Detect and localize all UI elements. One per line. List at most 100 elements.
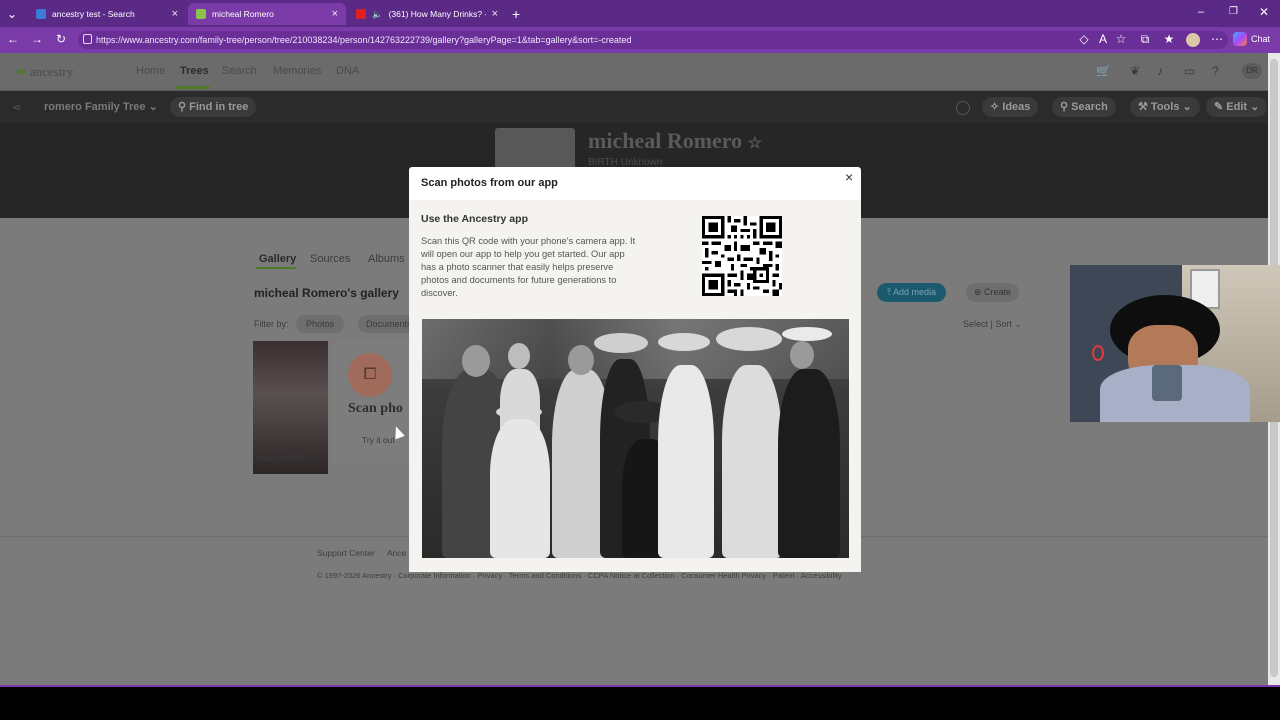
close-icon[interactable]: × <box>845 169 853 185</box>
tab-label: micheal Romero <box>212 9 274 19</box>
photo-figure <box>658 365 714 558</box>
chat-label: Chat <box>1251 34 1271 44</box>
chevron-down-icon: ⌄ <box>148 101 158 113</box>
user-initials-avatar[interactable]: DR <box>1242 63 1262 79</box>
favorite-star-icon[interactable]: ☆ <box>748 135 762 152</box>
forward-icon[interactable]: → <box>29 31 45 47</box>
photo-figure-head <box>790 341 814 369</box>
photo-figure <box>490 419 550 558</box>
reload-icon[interactable]: ↻ <box>53 31 69 47</box>
tab-micheal-romero[interactable]: micheal Romero × <box>188 3 346 25</box>
try-it-out-link[interactable]: Try it out <box>362 435 395 445</box>
filter-photos[interactable]: Photos <box>296 315 345 333</box>
tab-youtube[interactable]: 🔈 (361) How Many Drinks? - Yo × <box>348 3 506 25</box>
modal-header: Scan photos from our app × <box>409 167 861 200</box>
footer-support-link[interactable]: Support Center <box>317 548 375 558</box>
gallery-thumbnail[interactable]: image0000... <box>253 341 328 474</box>
site-info-icon[interactable] <box>83 34 92 44</box>
close-tab-icon[interactable]: × <box>492 8 498 20</box>
maximize-icon[interactable]: ❐ <box>1229 6 1238 17</box>
modal-subtitle: Use the Ancestry app <box>421 213 528 225</box>
tab-sources[interactable]: Sources <box>310 253 350 265</box>
favorites-icon[interactable]: ★ <box>1161 31 1177 47</box>
tab-albums[interactable]: Albums <box>368 253 405 265</box>
webcam-phone <box>1152 365 1182 401</box>
url-field[interactable]: https://www.ancestry.com/family-tree/per… <box>78 31 1228 49</box>
qr-code <box>702 216 782 296</box>
tab-active-indicator <box>256 267 296 269</box>
extension-icon[interactable]: ◇ <box>1076 31 1092 47</box>
close-tab-icon[interactable]: × <box>332 8 338 20</box>
photo-hat <box>658 333 710 351</box>
nav-trees[interactable]: Trees <box>180 65 209 77</box>
profile-avatar[interactable] <box>1186 33 1200 47</box>
youtube-favicon-icon <box>356 9 366 19</box>
select-sort-control[interactable]: Select | Sort ⌄ <box>963 319 1022 330</box>
close-tab-icon[interactable]: × <box>172 8 178 20</box>
modal-title: Scan photos from our app <box>421 177 558 189</box>
scan-card-title: Scan pho <box>348 401 403 416</box>
tab-gallery[interactable]: Gallery <box>259 253 296 265</box>
favorite-star-icon[interactable]: ☆ <box>1113 31 1129 47</box>
nav-memories[interactable]: Memories <box>273 65 321 77</box>
hints-indicator-icon[interactable] <box>956 101 970 115</box>
tab-ancestry-search[interactable]: ancestry test - Search × <box>28 3 186 25</box>
back-icon[interactable]: ← <box>5 31 21 47</box>
footer-copyright: © 1997-2026 Ancestry · Corporate Informa… <box>317 571 842 580</box>
tree-name-dropdown[interactable]: romero Family Tree ⌄ <box>44 100 158 113</box>
extensions-puzzle-icon[interactable]: ⧉ <box>1137 31 1153 47</box>
scan-photos-card[interactable]: ⧠ Scan pho Try it out <box>333 341 413 463</box>
photo-figure-head <box>508 343 530 369</box>
minimize-icon[interactable]: – <box>1198 6 1204 18</box>
search-button[interactable]: ⚲ Search <box>1052 97 1116 117</box>
nav-search[interactable]: Search <box>222 65 257 77</box>
messages-icon[interactable]: ▭ <box>1184 64 1195 78</box>
add-media-button[interactable]: ⤒ Add media <box>877 283 947 302</box>
copilot-chat-button[interactable]: Chat <box>1233 32 1270 46</box>
scan-photos-modal: Scan photos from our app × Use the Ances… <box>409 167 861 572</box>
help-icon[interactable]: ? <box>1212 64 1219 78</box>
new-tab-button[interactable]: + <box>512 6 520 22</box>
tab-list-icon[interactable]: ⌄ <box>4 6 20 22</box>
tree-share-icon[interactable]: ⋖ <box>12 101 21 114</box>
scan-photo-icon: ⧠ <box>348 353 392 397</box>
screen-bottom-bar <box>0 687 1280 720</box>
ideas-label: Ideas <box>1002 101 1031 113</box>
modal-description: Scan this QR code with your phone's came… <box>421 236 636 298</box>
nav-dna[interactable]: DNA <box>336 65 359 77</box>
leaf-icon: ❧ <box>16 64 27 79</box>
nav-active-indicator <box>176 86 210 89</box>
cart-icon[interactable]: 🛒 <box>1096 64 1111 78</box>
tab-label: (361) How Many Drinks? - Yo <box>388 9 486 19</box>
tools-label: Tools <box>1150 101 1180 113</box>
edit-dropdown[interactable]: ✎ Edit ⌄ <box>1206 97 1268 117</box>
nav-home[interactable]: Home <box>136 65 165 77</box>
more-menu-icon[interactable]: ⋯ <box>1209 31 1225 47</box>
footer-ancestry-link[interactable]: Ance <box>387 548 406 558</box>
photo-hat <box>716 327 782 351</box>
notifications-bell-icon[interactable]: ♪ <box>1157 64 1163 78</box>
edit-label: Edit <box>1226 101 1248 113</box>
close-window-icon[interactable]: ✕ <box>1259 5 1269 19</box>
photo-figure <box>778 369 840 558</box>
ideas-button[interactable]: ✧ Ideas <box>982 97 1039 117</box>
select-sort-label: Select | Sort <box>963 319 1012 329</box>
find-in-tree-button[interactable]: ⚲ Find in tree <box>170 97 257 117</box>
tools-dropdown[interactable]: ⚒ Tools ⌄ <box>1130 97 1200 117</box>
person-name: micheal Romero ☆ <box>588 128 762 154</box>
photo-figure-head <box>462 345 490 377</box>
read-aloud-icon[interactable]: A <box>1095 31 1111 47</box>
hints-leaf-icon[interactable]: ❦ <box>1130 64 1140 78</box>
photo-hat <box>496 405 542 419</box>
thumbnail-caption: image0000... <box>257 453 312 464</box>
search-label: Search <box>1071 101 1108 113</box>
ancestry-logo[interactable]: ❧ ancestry <box>16 64 73 80</box>
logo-text: ancestry <box>29 64 74 79</box>
add-media-label: Add media <box>892 287 937 297</box>
webcam-light <box>1092 345 1104 361</box>
tree-name-label: romero Family Tree <box>44 101 146 113</box>
create-button[interactable]: ⊕ Create <box>966 283 1020 302</box>
search-favicon-icon <box>36 9 46 19</box>
modal-body: Use the Ancestry app Scan this QR code w… <box>409 200 861 572</box>
photo-figure-head <box>568 345 594 375</box>
